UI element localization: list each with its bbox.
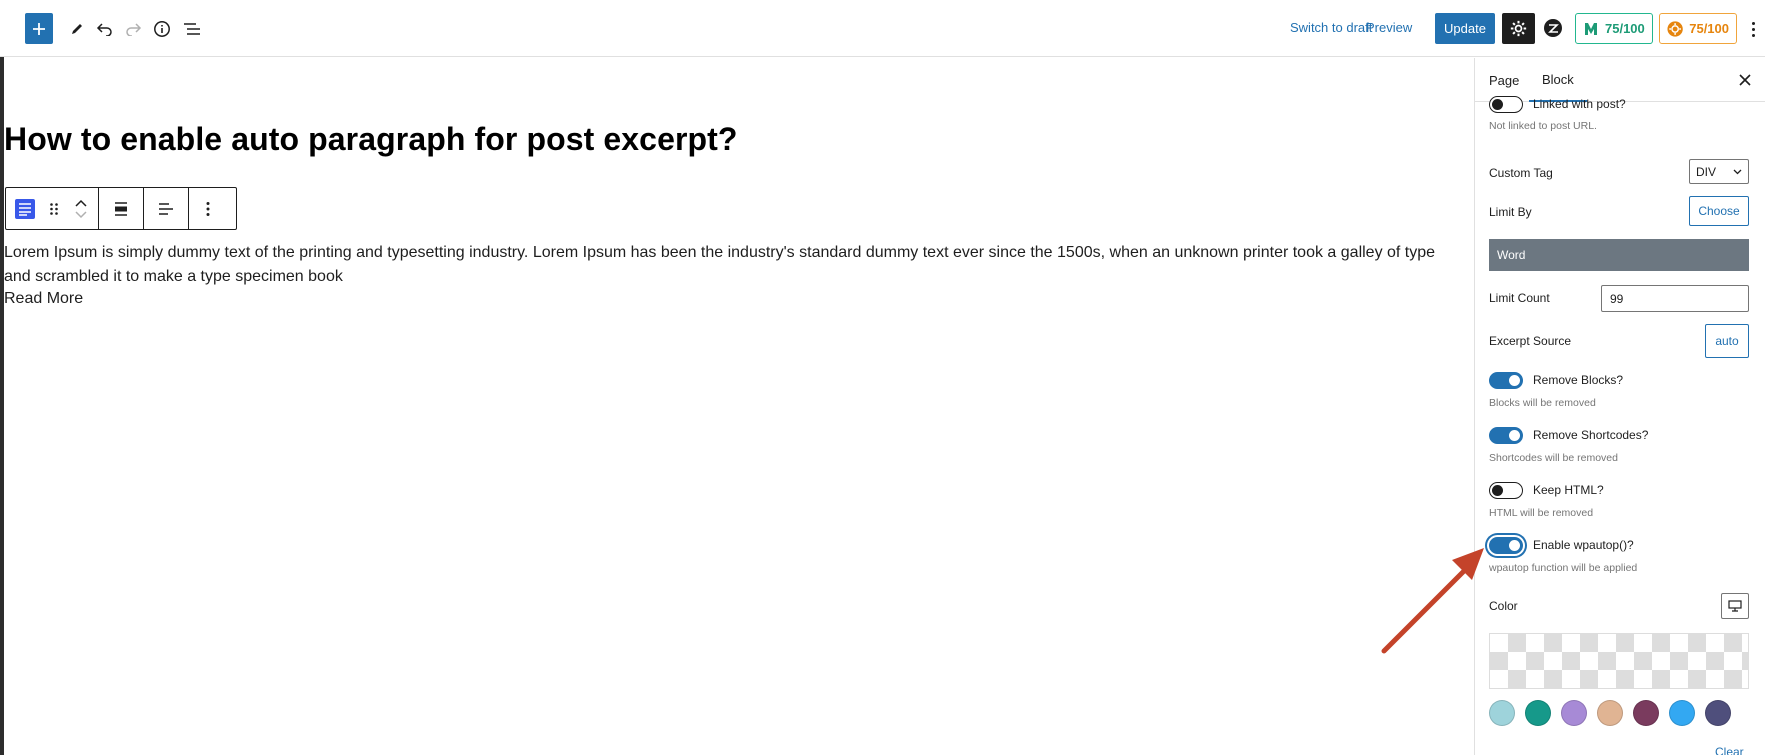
limit-by-value[interactable]: Word <box>1489 239 1749 271</box>
drag-icon <box>50 202 58 215</box>
more-vertical-icon <box>206 201 210 216</box>
sidebar-tabs: Page Block <box>1475 58 1765 102</box>
limit-count-label: Limit Count <box>1489 291 1550 305</box>
read-more-link[interactable]: Read More <box>4 290 83 308</box>
pencil-icon <box>72 24 82 34</box>
remove-blocks-help: Blocks will be removed <box>1489 397 1596 409</box>
chevron-down-icon <box>1733 169 1742 174</box>
seo-score-button[interactable]: 75/100 <box>1575 13 1653 44</box>
text-align-group <box>144 188 189 229</box>
preview-link[interactable]: Preview <box>1366 20 1412 35</box>
custom-tag-label: Custom Tag <box>1489 166 1553 180</box>
add-block-button[interactable] <box>25 13 53 44</box>
remove-shortcodes-help: Shortcodes will be removed <box>1489 452 1618 464</box>
close-icon[interactable] <box>1737 72 1753 88</box>
settings-sidebar: Page Block Linked with post? Not linked … <box>1474 58 1765 755</box>
align-left-icon <box>159 202 173 215</box>
custom-tag-select[interactable]: DIV <box>1689 159 1749 184</box>
gear-icon <box>1510 20 1527 37</box>
custom-tag-value: DIV <box>1696 164 1717 179</box>
color-label: Color <box>1489 599 1518 613</box>
color-swatch[interactable] <box>1561 700 1587 726</box>
color-swatch[interactable] <box>1705 700 1731 726</box>
remove-blocks-label: Remove Blocks? <box>1533 373 1624 387</box>
color-swatch[interactable] <box>1597 700 1623 726</box>
clear-color-link[interactable]: Clear <box>1715 745 1744 755</box>
linked-with-post-toggle[interactable] <box>1489 96 1523 113</box>
seo-score-icon <box>1585 22 1597 35</box>
remove-shortcodes-label: Remove Shortcodes? <box>1533 428 1649 442</box>
align-group <box>99 188 144 229</box>
block-type-button[interactable] <box>6 188 44 229</box>
options-menu-button[interactable] <box>1747 16 1759 42</box>
z-logo-icon <box>1544 19 1562 37</box>
more-options-group <box>189 188 227 229</box>
keep-html-toggle[interactable] <box>1489 482 1523 499</box>
more-vertical-icon <box>1751 21 1755 25</box>
desktop-icon <box>1728 600 1742 612</box>
limit-count-input[interactable]: 99 <box>1601 285 1749 312</box>
redo-button[interactable] <box>118 14 148 44</box>
block-toolbar <box>5 187 237 230</box>
editor-top-toolbar: Switch to draft Preview Update 75/100 75… <box>0 0 1765 57</box>
excerpt-source-label: Excerpt Source <box>1489 334 1572 348</box>
readability-score-icon <box>1667 20 1683 37</box>
excerpt-source-button[interactable]: auto <box>1705 324 1749 358</box>
redo-icon <box>126 23 142 36</box>
block-align-button[interactable] <box>99 188 143 229</box>
annotation-arrow <box>1381 548 1484 654</box>
chevron-down-icon[interactable] <box>75 210 87 219</box>
info-icon <box>154 21 170 37</box>
align-wide-icon <box>115 201 127 216</box>
remove-blocks-toggle[interactable] <box>1489 372 1523 389</box>
linked-with-post-help: Not linked to post URL. <box>1489 120 1597 132</box>
keep-html-help: HTML will be removed <box>1489 507 1594 519</box>
settings-button[interactable] <box>1502 13 1535 44</box>
enable-wpautop-toggle[interactable] <box>1489 537 1523 554</box>
enable-wpautop-help: wpautop function will be applied <box>1489 562 1638 574</box>
plugin-z-button[interactable] <box>1543 18 1563 38</box>
remove-shortcodes-toggle[interactable] <box>1489 427 1523 444</box>
editor-canvas: How to enable auto paragraph for post ex… <box>4 58 1474 755</box>
move-block-controls <box>64 188 98 229</box>
color-preview[interactable] <box>1489 633 1749 689</box>
chevron-up-icon[interactable] <box>75 199 87 207</box>
color-swatch[interactable] <box>1489 700 1515 726</box>
block-options-button[interactable] <box>189 188 227 229</box>
drag-handle[interactable] <box>44 188 64 229</box>
linked-with-post-label: Linked with post? <box>1533 97 1626 111</box>
plus-icon <box>33 22 45 35</box>
color-swatch[interactable] <box>1669 700 1695 726</box>
tab-block[interactable]: Block <box>1529 58 1587 102</box>
post-title[interactable]: How to enable auto paragraph for post ex… <box>4 121 738 158</box>
list-view-icon <box>184 23 200 35</box>
color-swatch[interactable] <box>1525 700 1551 726</box>
post-excerpt-text[interactable]: Lorem Ipsum is simply dummy text of the … <box>4 241 1466 289</box>
text-align-button[interactable] <box>144 188 188 229</box>
block-type-group <box>6 188 99 229</box>
undo-button[interactable] <box>90 14 120 44</box>
responsive-device-button[interactable] <box>1721 593 1749 619</box>
list-view-button[interactable] <box>177 14 207 44</box>
seo-score-value: 75/100 <box>1605 21 1645 36</box>
details-button[interactable] <box>147 14 177 44</box>
update-button[interactable]: Update <box>1435 13 1495 44</box>
post-excerpt-block-icon <box>15 198 35 219</box>
enable-wpautop-label: Enable wpautop()? <box>1533 538 1634 552</box>
color-palette <box>1489 700 1749 730</box>
keep-html-label: Keep HTML? <box>1533 483 1604 497</box>
readability-score-button[interactable]: 75/100 <box>1659 13 1737 44</box>
tools-button[interactable] <box>62 14 92 44</box>
limit-by-label: Limit By <box>1489 205 1532 219</box>
switch-to-draft-link[interactable]: Switch to draft <box>1290 20 1372 35</box>
readability-score-value: 75/100 <box>1689 21 1729 36</box>
color-swatch[interactable] <box>1633 700 1659 726</box>
undo-icon <box>96 23 112 36</box>
limit-by-choose-button[interactable]: Choose <box>1689 196 1749 226</box>
